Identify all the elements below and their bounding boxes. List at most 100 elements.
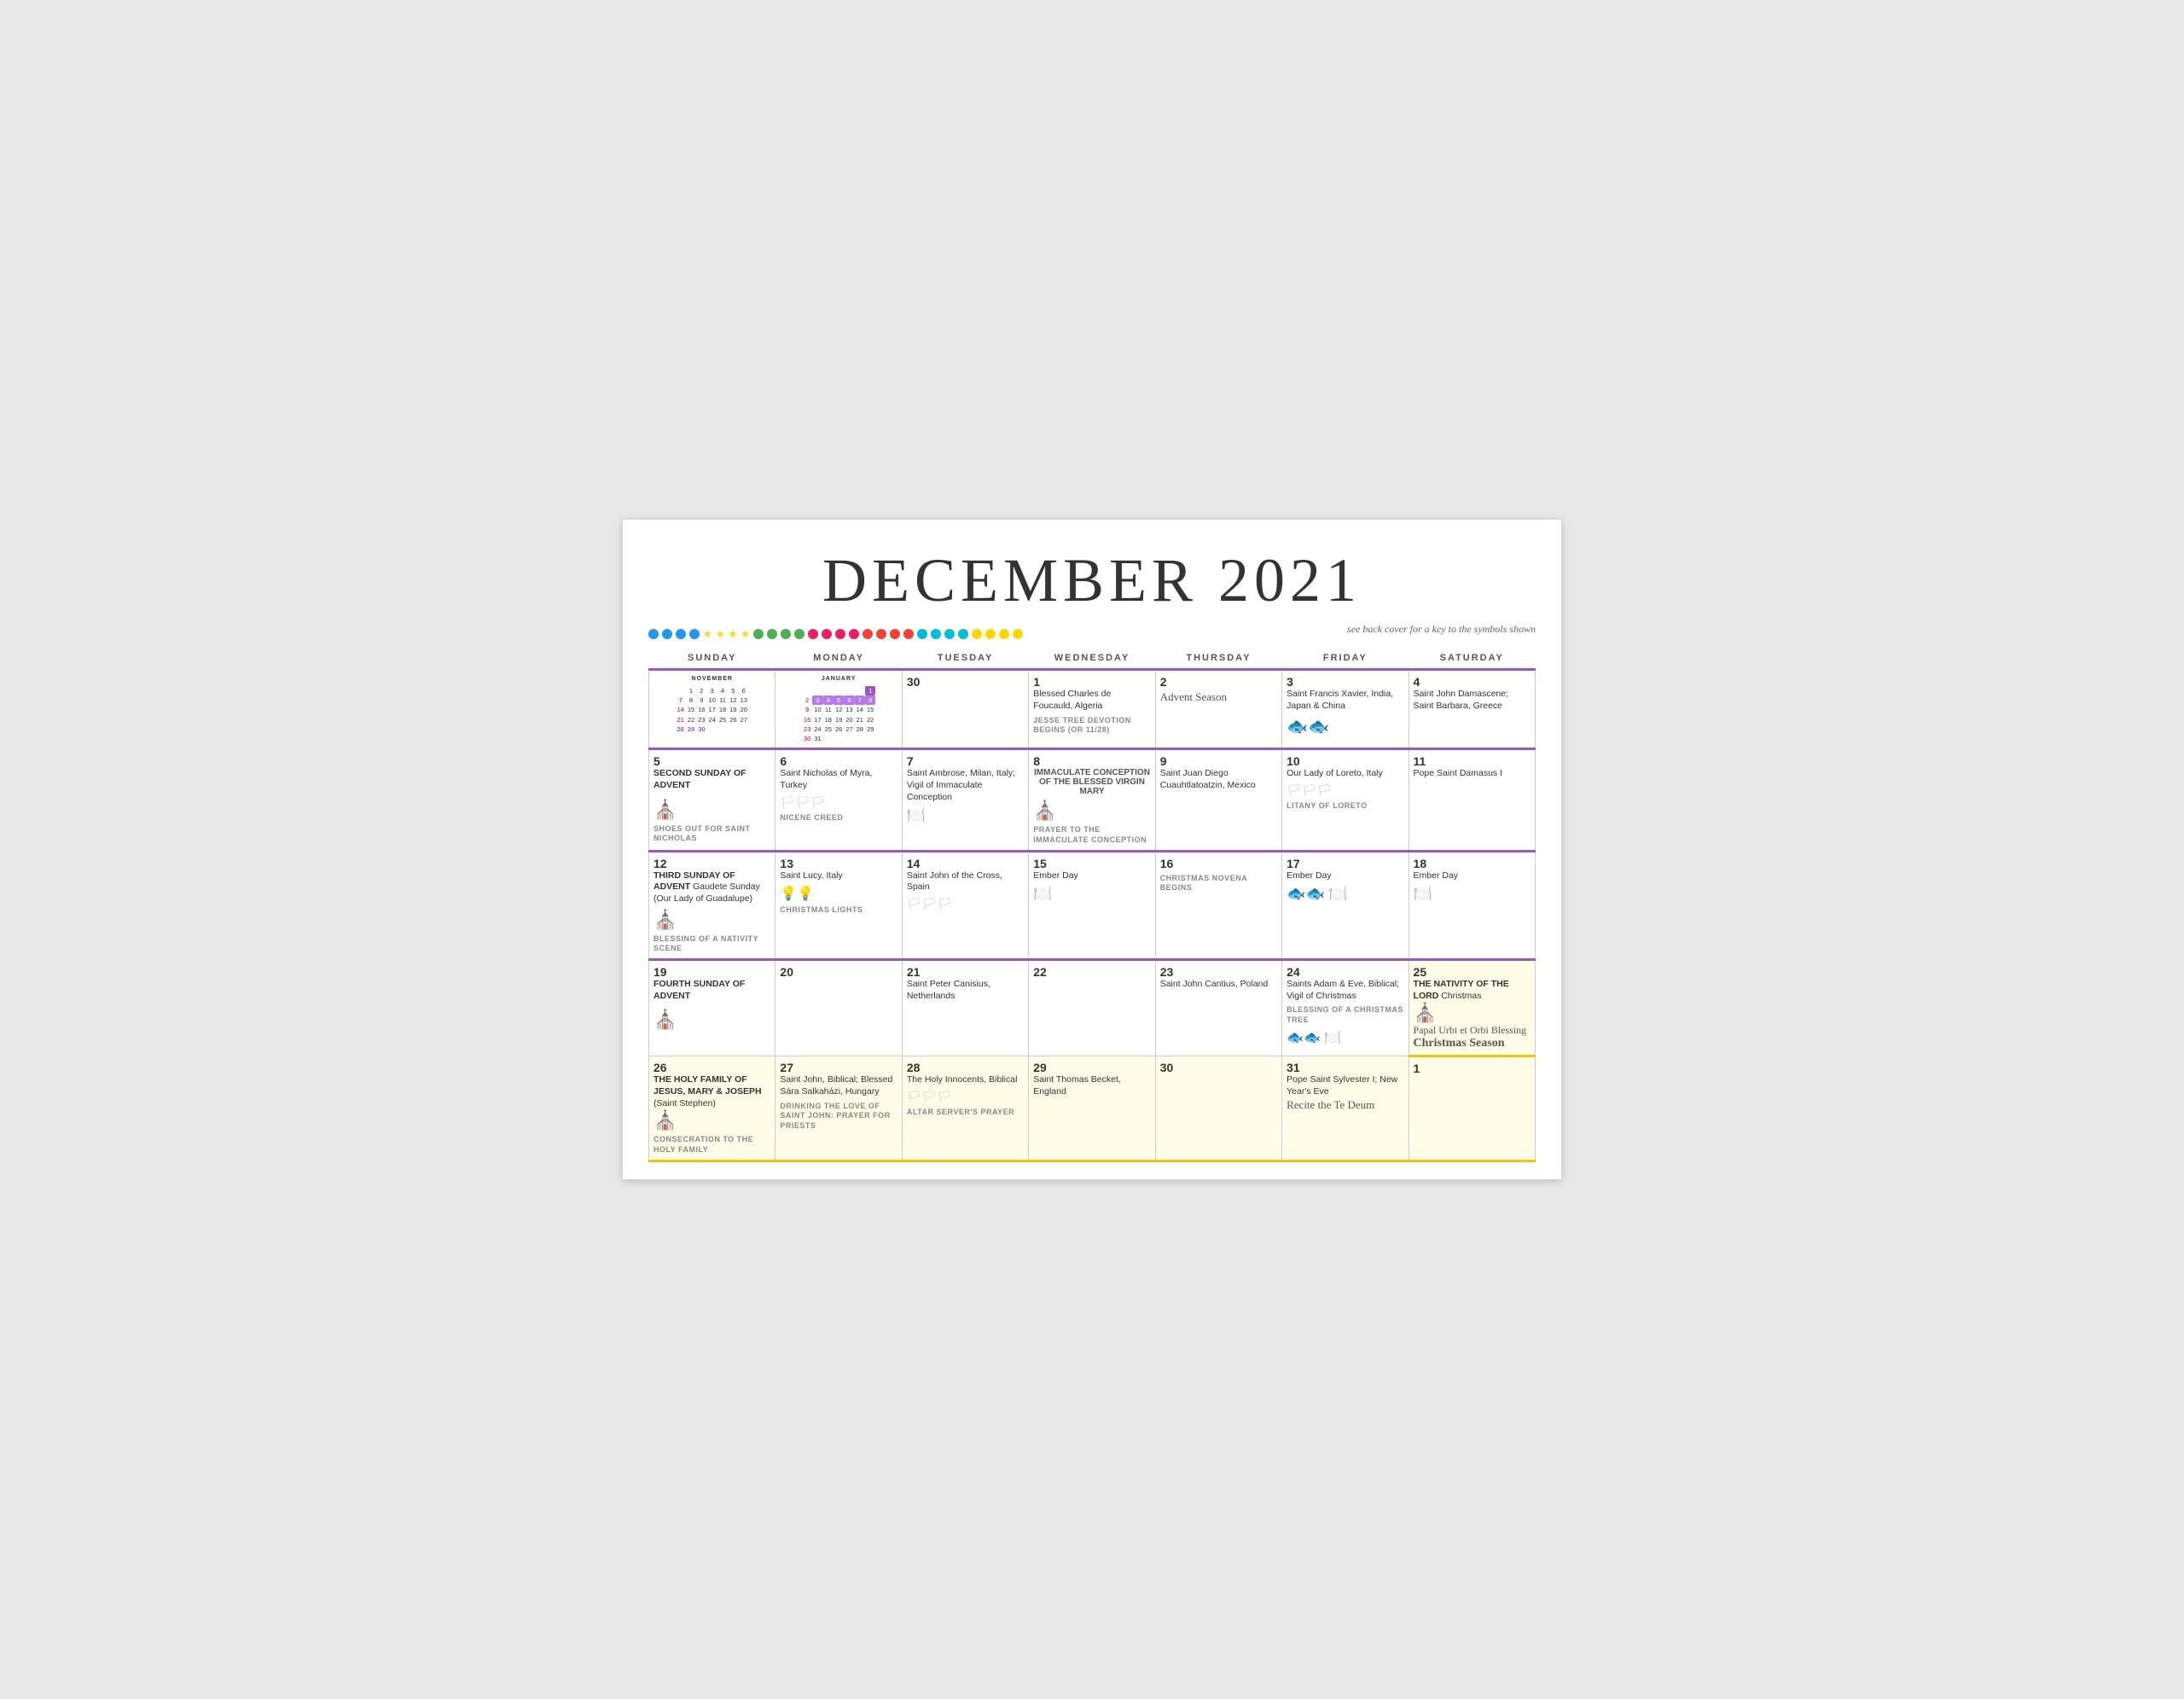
dot: [985, 629, 996, 639]
star-icon: ★: [716, 629, 725, 639]
table-row: 11 Pope Saint Damasus I: [1409, 749, 1535, 851]
date-number: 4: [1414, 675, 1420, 689]
date-number: 13: [780, 857, 793, 870]
table-row: 23 Saint John Cantius, Poland: [1155, 960, 1281, 1056]
header-sunday: SUNDAY: [649, 648, 775, 670]
date-number: 30: [1160, 1061, 1174, 1074]
activity-label: BLESSING OF A NATIVITY SCENE: [653, 934, 770, 954]
table-row: 4 Saint John Damascene; Saint Barbara, G…: [1409, 670, 1535, 749]
plate-icon: 🍽️: [1033, 885, 1052, 903]
lights-icon: 💡💡: [780, 885, 897, 902]
dot: [767, 629, 777, 639]
date-number: 23: [1160, 965, 1174, 979]
dot: [944, 629, 955, 639]
fish-icon: 🐟🐟: [1287, 1029, 1321, 1046]
icons-row: 🍽️: [907, 806, 1024, 824]
date-number: 5: [653, 754, 660, 768]
date-number: 1: [1414, 1062, 1420, 1075]
saint-name: Blessed Charles de Foucauld, Algeria: [1033, 689, 1150, 712]
dot: [753, 629, 764, 639]
activity-label: ALTAR SERVER'S PRAYER: [907, 1108, 1024, 1118]
table-row: 29 Saint Thomas Becket, England: [1029, 1056, 1155, 1161]
table-row: 10 Our Lady of Loreto, Italy 🏳🏳🏳 LITANY …: [1282, 749, 1409, 851]
date-number: 16: [1160, 857, 1174, 870]
date-number: 1: [1033, 675, 1040, 689]
dot: [903, 629, 914, 639]
saint-name: Saint Lucy, Italy: [780, 870, 897, 882]
church-icon: ⛪: [1414, 1002, 1437, 1023]
icons-row: 🐟🐟 🍽️: [1287, 885, 1403, 903]
table-row: 30: [902, 670, 1028, 749]
table-row: 1: [1409, 1056, 1535, 1161]
page: DECEMBER 2021 ★ ★ ★ ★ see back cover for…: [623, 520, 1561, 1178]
star-icon: ★: [729, 629, 738, 639]
date-number: 21: [907, 965, 921, 979]
saint-name: Our Lady of Loreto, Italy: [1287, 768, 1403, 780]
activity-label: CHRISTMAS NOVENA BEGINS: [1160, 874, 1277, 893]
saint-name: Saint Nicholas of Myra, Turkey: [780, 768, 897, 791]
icons-row: 🍽️: [1414, 885, 1531, 903]
table-row: 24 Saints Adam & Eve, Biblical; Vigil of…: [1282, 960, 1409, 1056]
table-row: 2 Advent Season: [1155, 670, 1281, 749]
saint-name: Saint Juan Diego Cuauhtlatoatzin, Mexico: [1160, 768, 1277, 791]
activity-label: DRINKING THE LOVE OF SAINT JOHN: PRAYER …: [780, 1102, 897, 1132]
saint-name: IMMACULATE CONCEPTION OF THE BLESSED VIR…: [1033, 768, 1150, 796]
table-row: 14 Saint John of the Cross, Spain 🏳🏳🏳: [902, 851, 1028, 959]
table-row: 22: [1029, 960, 1155, 1056]
dot: [676, 629, 686, 639]
header-wednesday: WEDNESDAY: [1029, 648, 1155, 670]
date-number: 7: [907, 754, 914, 768]
table-row: 12 THIRD SUNDAY OF ADVENT Gaudete Sunday…: [649, 851, 775, 959]
dot: [917, 629, 927, 639]
dot: [648, 629, 659, 639]
date-number: 27: [780, 1061, 793, 1074]
fish-icon: 🐟🐟: [1287, 716, 1329, 737]
pennants-icon: 🏳🏳🏳: [780, 795, 897, 810]
header-thursday: THURSDAY: [1155, 648, 1281, 670]
date-number: 3: [1287, 675, 1293, 689]
date-number: 14: [907, 857, 921, 870]
dot: [863, 629, 873, 639]
date-number: 28: [907, 1061, 921, 1074]
saint-name: Saint Peter Canisius, Netherlands: [907, 979, 1024, 1002]
date-number: 26: [653, 1061, 667, 1074]
dot: [781, 629, 791, 639]
saint-name: Pope Saint Sylvester I; New Year's Eve: [1287, 1074, 1403, 1097]
activity-label: LITANY OF LORETO: [1287, 801, 1403, 812]
activity-label: CHRISTMAS LIGHTS: [780, 905, 897, 916]
date-number: 10: [1287, 754, 1300, 768]
table-row: 27 Saint John, Biblical; Blessed Sára Sa…: [775, 1056, 902, 1161]
activity-label: CONSECRATION TO THE HOLY FAMILY: [653, 1135, 770, 1155]
dot: [794, 629, 804, 639]
mini-calendar-november: NOVEMBER 123456 78910111213 141516171819…: [653, 675, 770, 734]
plate-icon: 🍽️: [1328, 885, 1347, 903]
dot: [1013, 629, 1023, 639]
header-monday: MONDAY: [775, 648, 902, 670]
table-row: 16 CHRISTMAS NOVENA BEGINS: [1155, 851, 1281, 959]
activity-label: NICENE CREED: [780, 813, 897, 823]
saint-name: SECOND SUNDAY OF ADVENT: [653, 768, 770, 791]
dot: [849, 629, 859, 639]
dot: [876, 629, 886, 639]
saint-name: Ember Day: [1414, 870, 1531, 882]
date-number: 11: [1414, 754, 1426, 768]
cursive-text: Advent Season: [1160, 690, 1277, 704]
page-title: DECEMBER 2021: [648, 545, 1536, 616]
pennants-icon: 🏳🏳🏳: [907, 1090, 1024, 1104]
table-row: 19 FOURTH SUNDAY OF ADVENT ⛪: [649, 960, 775, 1056]
plate-icon: 🍽️: [907, 806, 926, 824]
dot: [822, 629, 832, 639]
activity-label: SHOES OUT FOR SAINT NICHOLAS: [653, 824, 770, 844]
cursive-text: Recite the Te Deum: [1287, 1098, 1374, 1111]
week-row-1: NOVEMBER 123456 78910111213 141516171819…: [649, 670, 1536, 749]
header-tuesday: TUESDAY: [902, 648, 1028, 670]
dot: [890, 629, 900, 639]
dot: [972, 629, 982, 639]
saint-name: Saint John Cantius, Poland: [1160, 979, 1277, 991]
table-row: 9 Saint Juan Diego Cuauhtlatoatzin, Mexi…: [1155, 749, 1281, 851]
saint-name: The Holy Innocents, Biblical: [907, 1074, 1024, 1086]
church-icon: ⛪: [653, 909, 677, 930]
saint-name: Saints Adam & Eve, Biblical; Vigil of Ch…: [1287, 979, 1403, 1002]
table-row: 26 THE HOLY FAMILY OF JESUS, MARY & JOSE…: [649, 1056, 775, 1161]
table-row: 20: [775, 960, 902, 1056]
